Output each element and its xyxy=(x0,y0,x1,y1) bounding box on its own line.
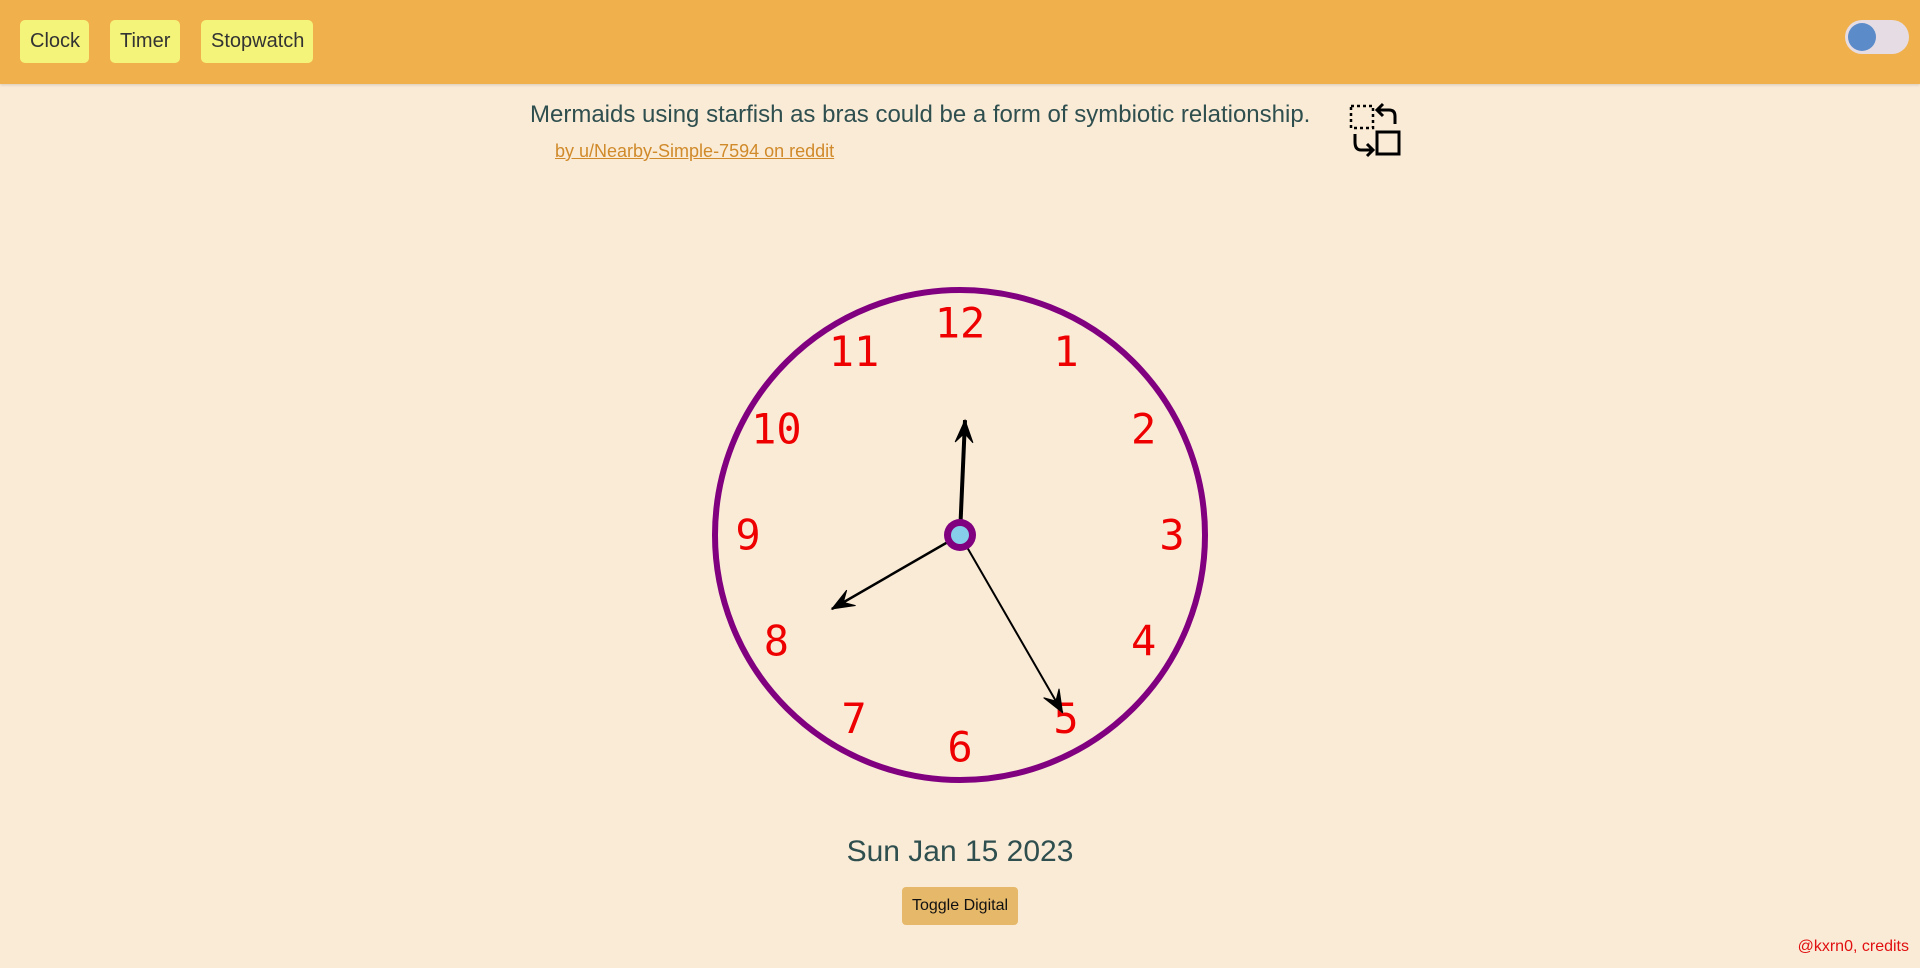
hour-hand xyxy=(831,533,961,611)
analog-clock: 121234567891011 xyxy=(712,287,1208,783)
toggle-digital-button[interactable]: Toggle Digital xyxy=(902,887,1018,925)
clock-numeral-6: 6 xyxy=(947,723,972,772)
second-hand xyxy=(959,534,1064,714)
quote-author-link[interactable]: by u/Nearby-Simple-7594 on reddit xyxy=(555,141,834,162)
date-display: Sun Jan 15 2023 xyxy=(846,835,1074,868)
timer-tab-button[interactable]: Timer xyxy=(110,20,180,63)
hour-hand-arrowhead xyxy=(830,589,856,610)
clock-numeral-10: 10 xyxy=(751,405,802,454)
toggle-knob xyxy=(1848,23,1876,51)
clock-tab-button[interactable]: Clock xyxy=(20,20,89,63)
top-nav-bar: Clock Timer Stopwatch xyxy=(0,0,1920,84)
clock-numeral-7: 7 xyxy=(841,694,866,743)
stopwatch-tab-button[interactable]: Stopwatch xyxy=(201,20,313,63)
swap-layout-icon[interactable] xyxy=(1345,100,1405,160)
clock-numeral-9: 9 xyxy=(735,511,760,560)
clock-numeral-1: 1 xyxy=(1053,327,1078,376)
clock-numeral-4: 4 xyxy=(1131,617,1156,666)
quote-text: Mermaids using starfish as bras could be… xyxy=(530,101,1311,128)
clock-numeral-3: 3 xyxy=(1159,511,1184,560)
clock-numeral-11: 11 xyxy=(829,327,880,376)
clock-center-dot xyxy=(951,526,969,544)
theme-toggle-switch[interactable] xyxy=(1845,20,1909,54)
clock-numeral-8: 8 xyxy=(764,617,789,666)
clock-numeral-12: 12 xyxy=(935,299,986,348)
credits-link[interactable]: @kxrn0, credits xyxy=(1798,938,1909,956)
clock-numeral-2: 2 xyxy=(1131,405,1156,454)
